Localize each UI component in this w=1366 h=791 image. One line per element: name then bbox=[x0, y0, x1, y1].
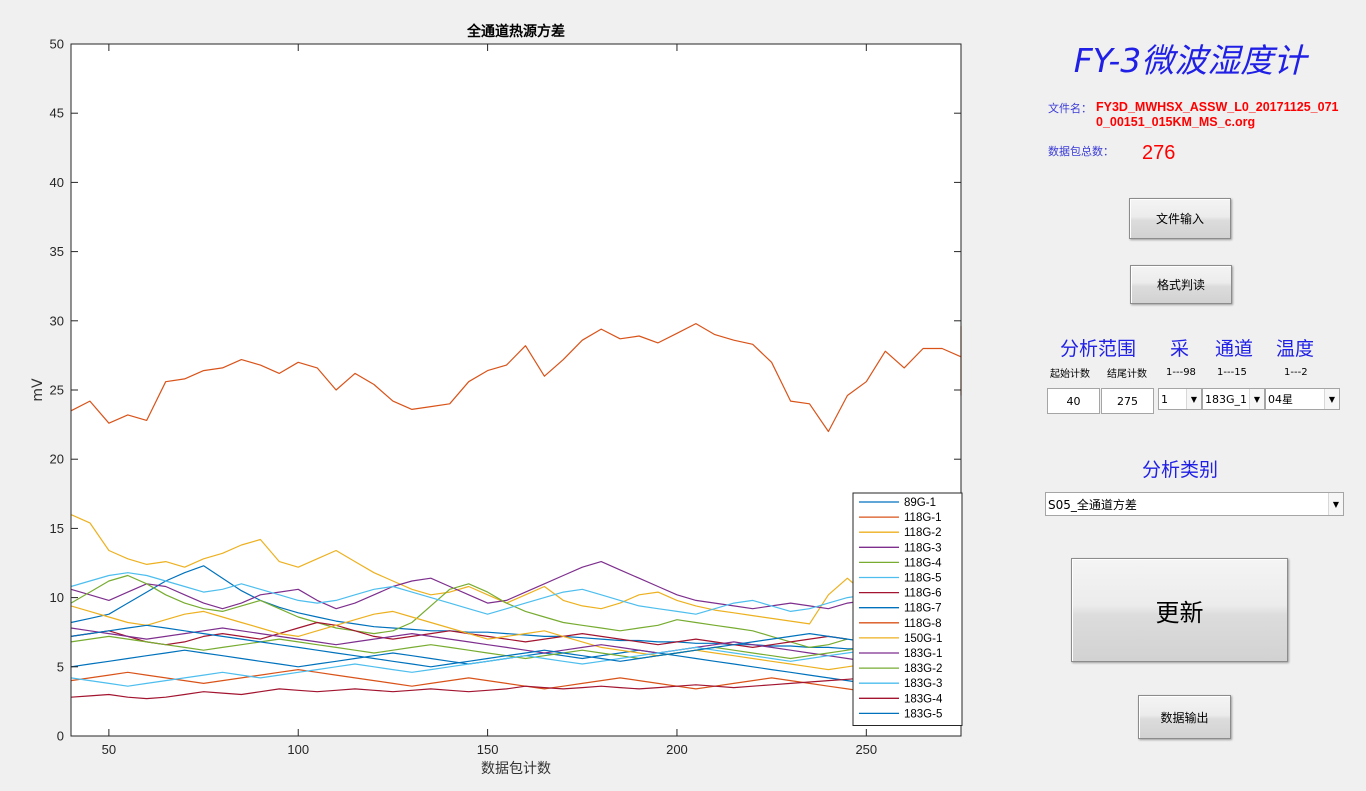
legend-label: 118G-4 bbox=[904, 557, 942, 569]
temperature-select-value: 04星 bbox=[1268, 393, 1293, 406]
channel-range-label: 1---15 bbox=[1217, 367, 1247, 378]
y-tick-label: 20 bbox=[50, 452, 64, 467]
y-tick-label: 5 bbox=[57, 659, 64, 674]
y-tick-label: 25 bbox=[50, 383, 64, 398]
legend-label: 118G-2 bbox=[904, 527, 942, 539]
legend-label: 118G-3 bbox=[904, 542, 942, 554]
sample-range-label: 1---98 bbox=[1166, 367, 1196, 378]
update-button[interactable]: 更新 bbox=[1071, 558, 1288, 662]
x-axis-label: 数据包计数 bbox=[481, 761, 551, 777]
chevron-down-icon[interactable]: ▼ bbox=[1186, 389, 1201, 409]
legend-label: 118G-1 bbox=[904, 512, 942, 524]
plot-area bbox=[71, 44, 961, 736]
app-title: FY-3微波湿度计 bbox=[1073, 41, 1307, 80]
sample-select-value: 1 bbox=[1161, 392, 1168, 406]
legend-label: 183G-4 bbox=[904, 693, 943, 705]
start-count-input[interactable]: 40 bbox=[1047, 388, 1100, 414]
end-count-label: 结尾计数 bbox=[1107, 369, 1147, 380]
legend-label: 118G-6 bbox=[904, 588, 942, 600]
x-tick-label: 100 bbox=[287, 742, 309, 757]
format-check-button[interactable]: 格式判读 bbox=[1130, 265, 1232, 304]
y-tick-label: 50 bbox=[50, 37, 64, 52]
y-tick-label: 10 bbox=[50, 590, 64, 605]
temperature-header: 温度 bbox=[1276, 338, 1315, 360]
channel-header: 通道 bbox=[1215, 338, 1254, 360]
legend-label: 118G-5 bbox=[904, 573, 942, 585]
data-output-button[interactable]: 数据输出 bbox=[1138, 695, 1231, 739]
channel-select-value: 183G_1 bbox=[1205, 392, 1248, 406]
start-count-label: 起始计数 bbox=[1050, 369, 1090, 380]
legend-label: 183G-3 bbox=[904, 678, 942, 690]
y-tick-label: 30 bbox=[50, 313, 64, 328]
y-tick-label: 35 bbox=[50, 244, 64, 259]
category-header: 分析类别 bbox=[1142, 459, 1219, 481]
category-select[interactable]: S05_全通道方差 ▼ bbox=[1045, 492, 1344, 516]
channel-select[interactable]: 183G_1 ▼ bbox=[1202, 388, 1265, 410]
file-name-label: 文件名： bbox=[1048, 102, 1092, 115]
legend: 89G-1 118G-1 118G-2 118G-3 118G-4 118G-5 118G-… bbox=[852, 492, 963, 726]
y-tick-label: 40 bbox=[50, 175, 64, 190]
legend-label: 183G-5 bbox=[904, 708, 942, 720]
packet-count-value: 276 bbox=[1142, 142, 1176, 164]
x-tick-label: 150 bbox=[477, 742, 499, 757]
legend-label: 150G-1 bbox=[904, 633, 942, 645]
category-select-value: S05_全通道方差 bbox=[1048, 497, 1137, 512]
chevron-down-icon[interactable]: ▼ bbox=[1249, 389, 1264, 409]
packet-count-label: 数据包总数： bbox=[1048, 145, 1114, 158]
x-tick-label: 50 bbox=[102, 742, 116, 757]
end-count-input[interactable]: 275 bbox=[1101, 388, 1154, 414]
temp-range-label: 1---2 bbox=[1284, 367, 1308, 378]
legend-label: 118G-8 bbox=[904, 618, 942, 630]
chart-title: 全通道热源方差 bbox=[466, 23, 565, 40]
sample-header: 采 bbox=[1170, 338, 1190, 360]
file-name-value: FY3D_MWHSX_ASSW_L0_20171125_0710_00151_0… bbox=[1096, 100, 1339, 129]
legend-label: 118G-7 bbox=[904, 603, 942, 615]
chevron-down-icon[interactable]: ▼ bbox=[1324, 389, 1339, 409]
temperature-select[interactable]: 04星 ▼ bbox=[1265, 388, 1340, 410]
x-tick-label: 200 bbox=[666, 742, 688, 757]
y-tick-label: 45 bbox=[50, 106, 64, 121]
line-chart: 全通道热源方差 数据包计数 mV 50 100 150 200 250 0 5 10 15 20 2… bbox=[30, 23, 963, 777]
chevron-down-icon[interactable]: ▼ bbox=[1328, 493, 1343, 515]
file-input-button[interactable]: 文件输入 bbox=[1129, 198, 1231, 239]
y-axis-label: mV bbox=[30, 378, 46, 402]
sample-select[interactable]: 1 ▼ bbox=[1158, 388, 1202, 410]
legend-label: 183G-2 bbox=[904, 663, 942, 675]
legend-label: 89G-1 bbox=[904, 497, 936, 509]
legend-label: 183G-1 bbox=[904, 648, 942, 660]
analysis-range-header: 分析范围 bbox=[1060, 338, 1137, 360]
y-tick-label: 15 bbox=[50, 521, 64, 536]
y-tick-label: 0 bbox=[57, 729, 64, 744]
x-tick-label: 250 bbox=[855, 742, 877, 757]
